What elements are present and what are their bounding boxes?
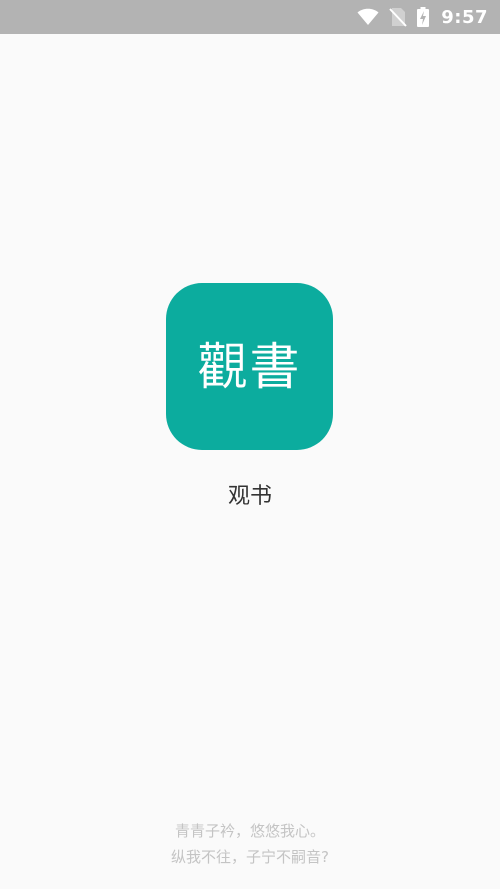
app-logo-icon: 觀書 — [166, 283, 333, 450]
clock: 9:57 — [441, 6, 488, 28]
poem-line-2: 纵我不往，子宁不嗣音? — [171, 848, 329, 866]
wifi-icon — [357, 8, 379, 26]
status-bar: 9:57 — [0, 0, 500, 34]
poem-line-1: 青青子衿，悠悠我心。 — [174, 822, 325, 840]
battery-charging-icon — [417, 7, 430, 27]
poem-quote: 青青子衿，悠悠我心。 纵我不往，子宁不嗣音? — [0, 818, 500, 870]
app-logo-text: 觀書 — [197, 337, 302, 396]
app-name: 观书 — [227, 484, 272, 509]
no-sim-icon — [389, 7, 407, 27]
splash-screen: 9:57 觀書 观书 青青子衿，悠悠我心。 纵我不往，子宁不嗣音? — [0, 0, 500, 889]
status-icons: 9:57 — [357, 7, 488, 28]
